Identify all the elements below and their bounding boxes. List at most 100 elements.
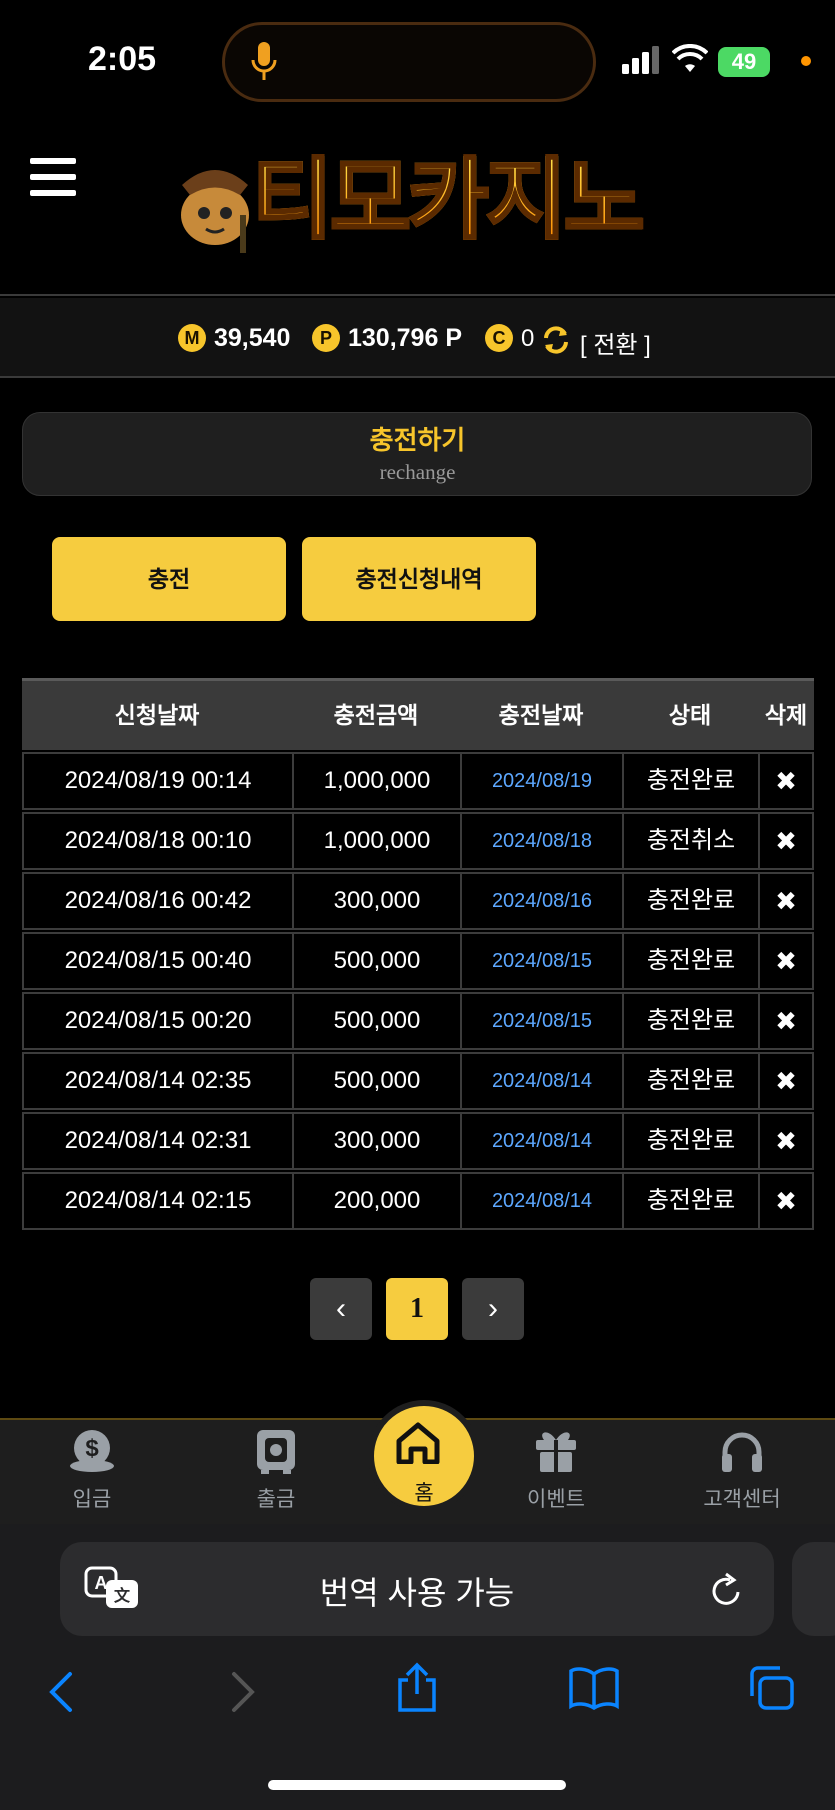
charge-status: 충전완료 <box>622 752 760 810</box>
refresh-icon[interactable] <box>540 324 572 356</box>
point-coin-icon: P <box>312 324 340 352</box>
charge-status: 충전완료 <box>622 992 760 1050</box>
table-row: 2024/08/14 02:15 200,000 2024/08/14 충전완료… <box>22 1172 814 1232</box>
charge-status: 충전완료 <box>622 1172 760 1230</box>
charge-amount: 1,000,000 <box>292 752 462 810</box>
next-page-button[interactable]: › <box>462 1278 524 1340</box>
page-subtitle: rechange <box>379 460 456 484</box>
translate-label: 번역 사용 가능 <box>319 1575 515 1611</box>
charge-amount: 1,000,000 <box>292 812 462 870</box>
casino-balance: 0 <box>521 325 535 352</box>
delete-icon[interactable]: ✖ <box>758 1052 814 1110</box>
charge-date: 2024/08/19 <box>460 752 624 810</box>
table-header: 신청날짜 충전금액 충전날짜 상태 삭제 <box>22 678 814 750</box>
col-request-date: 신청날짜 <box>114 702 200 728</box>
privacy-dot <box>801 56 811 66</box>
point-balance: 130,796 P <box>348 324 462 352</box>
charge-date: 2024/08/14 <box>460 1052 624 1110</box>
charge-date: 2024/08/15 <box>460 992 624 1050</box>
tabs-icon[interactable] <box>746 1664 796 1712</box>
delete-icon[interactable]: ✖ <box>758 812 814 870</box>
charge-status: 충전완료 <box>622 932 760 990</box>
hamburger-line <box>30 158 76 164</box>
reload-icon[interactable] <box>710 1572 744 1608</box>
request-date: 2024/08/14 02:35 <box>22 1052 294 1110</box>
charge-amount: 200,000 <box>292 1172 462 1230</box>
request-date: 2024/08/19 00:14 <box>22 752 294 810</box>
casino-coin-icon: C <box>485 324 513 352</box>
status-time: 2:05 <box>88 40 157 78</box>
charge-amount: 300,000 <box>292 872 462 930</box>
logo-mascot-icon <box>181 170 249 253</box>
charge-amount: 500,000 <box>292 992 462 1050</box>
gift-icon <box>536 1432 576 1472</box>
delete-icon[interactable]: ✖ <box>758 752 814 810</box>
delete-icon[interactable]: ✖ <box>758 992 814 1050</box>
battery-indicator: 49 <box>718 47 770 77</box>
request-date: 2024/08/14 02:31 <box>22 1112 294 1170</box>
request-date: 2024/08/14 02:15 <box>22 1172 294 1230</box>
site-logo[interactable]: 티모카지노 <box>251 154 647 245</box>
bookmarks-icon[interactable] <box>568 1666 620 1710</box>
table-row: 2024/08/14 02:31 300,000 2024/08/14 충전완료… <box>22 1112 814 1172</box>
request-date: 2024/08/15 00:40 <box>22 932 294 990</box>
nav-support[interactable]: 고객센터 <box>682 1428 802 1513</box>
microphone-icon <box>251 42 277 80</box>
divider <box>0 376 835 378</box>
convert-link[interactable]: [ 전환 ] <box>580 325 651 360</box>
safe-icon <box>257 1430 295 1474</box>
wifi-icon <box>672 44 708 72</box>
table-row: 2024/08/15 00:40 500,000 2024/08/15 충전완료… <box>22 932 814 992</box>
page-1-button[interactable]: 1 <box>386 1278 448 1340</box>
table-row: 2024/08/16 00:42 300,000 2024/08/16 충전완료… <box>22 872 814 932</box>
col-status: 상태 <box>668 702 712 728</box>
menu-button[interactable] <box>30 158 76 206</box>
headphones-icon <box>722 1432 762 1472</box>
money-coin-icon: M <box>178 324 206 352</box>
home-icon <box>396 1422 440 1464</box>
charge-status: 충전취소 <box>622 812 760 870</box>
delete-icon[interactable]: ✖ <box>758 1172 814 1230</box>
charge-button[interactable]: 충전 <box>52 537 286 621</box>
charge-date: 2024/08/14 <box>460 1112 624 1170</box>
col-delete: 삭제 <box>764 702 808 728</box>
table-row: 2024/08/18 00:10 1,000,000 2024/08/18 충전… <box>22 812 814 872</box>
charge-date: 2024/08/16 <box>460 872 624 930</box>
cellular-signal-icon <box>622 46 659 74</box>
table-row: 2024/08/14 02:35 500,000 2024/08/14 충전완료… <box>22 1052 814 1112</box>
delete-icon[interactable]: ✖ <box>758 932 814 990</box>
nav-event[interactable]: 이벤트 <box>496 1428 616 1513</box>
charge-date: 2024/08/14 <box>460 1172 624 1230</box>
charge-amount: 300,000 <box>292 1112 462 1170</box>
charge-date: 2024/08/15 <box>460 932 624 990</box>
charge-amount: 500,000 <box>292 1052 462 1110</box>
charge-history-button[interactable]: 충전신청내역 <box>302 537 536 621</box>
back-icon[interactable] <box>44 1670 78 1714</box>
next-tab-preview[interactable] <box>792 1542 835 1636</box>
money-balance: 39,540 <box>214 324 291 352</box>
charge-date: 2024/08/18 <box>460 812 624 870</box>
nav-deposit[interactable]: $ 입금 <box>32 1428 152 1513</box>
col-amount: 충전금액 <box>333 702 419 728</box>
request-date: 2024/08/16 00:42 <box>22 872 294 930</box>
col-charge-date: 충전날짜 <box>498 702 584 728</box>
nav-withdraw-label: 출금 <box>256 1488 296 1511</box>
charge-amount: 500,000 <box>292 932 462 990</box>
dollar-icon: $ <box>70 1430 114 1472</box>
hamburger-line <box>30 174 76 180</box>
divider <box>0 294 835 296</box>
home-indicator <box>268 1780 566 1790</box>
nav-home-label: 홈 <box>414 1482 434 1505</box>
prev-page-button[interactable]: ‹ <box>310 1278 372 1340</box>
forward-icon[interactable] <box>226 1670 260 1714</box>
table-row: 2024/08/15 00:20 500,000 2024/08/15 충전완료… <box>22 992 814 1052</box>
hamburger-line <box>30 190 76 196</box>
page-title: 충전하기 <box>369 425 466 455</box>
charge-status: 충전완료 <box>622 1052 760 1110</box>
delete-icon[interactable]: ✖ <box>758 872 814 930</box>
share-icon[interactable] <box>394 1662 440 1714</box>
charge-status: 충전완료 <box>622 1112 760 1170</box>
nav-event-label: 이벤트 <box>527 1488 585 1511</box>
delete-icon[interactable]: ✖ <box>758 1112 814 1170</box>
nav-withdraw[interactable]: 출금 <box>216 1428 336 1513</box>
